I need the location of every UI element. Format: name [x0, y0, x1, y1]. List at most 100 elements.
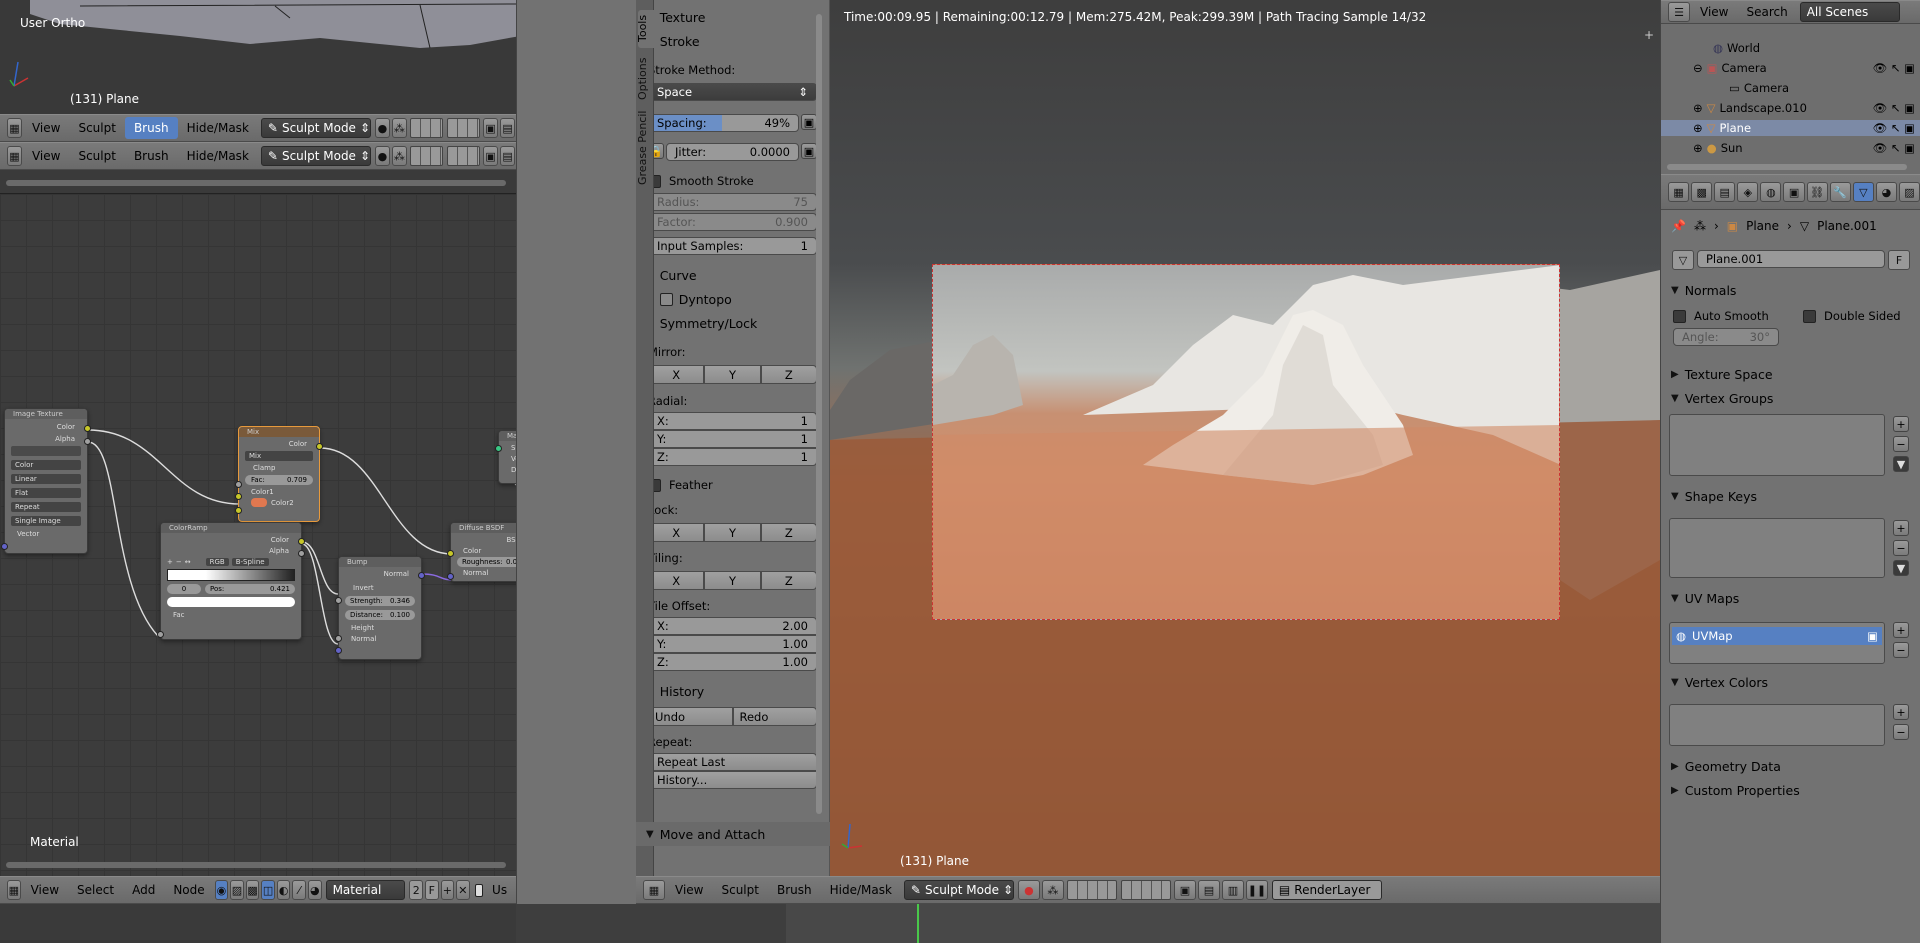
menu-hide-mask[interactable]: Hide/Mask — [178, 117, 258, 139]
socket-strength-in[interactable] — [335, 597, 342, 604]
shape-keys-list[interactable] — [1669, 518, 1885, 578]
node-menu-add[interactable]: Add — [123, 879, 164, 901]
mirror-z-button[interactable]: Z — [760, 365, 817, 384]
node-bump[interactable]: Bump Normal Invert Strength: 0.346 Distan… — [335, 556, 425, 660]
spacing-slider[interactable]: Spacing: 49% — [648, 114, 799, 132]
mesh-fake-user[interactable]: F — [1888, 250, 1910, 270]
world-tab-icon[interactable]: ◍ — [1760, 182, 1782, 202]
pivot-button[interactable]: ⁂ — [391, 118, 407, 138]
interpolation-select[interactable]: B-Spline — [231, 558, 269, 566]
roughness-field[interactable]: Roughness:0.000 — [457, 557, 516, 567]
horizontal-scrollbar[interactable] — [6, 180, 506, 186]
viewport-pause-button[interactable]: ❚❚ — [1245, 880, 1268, 900]
layer-grid-a[interactable] — [409, 118, 443, 138]
geometry-data-header[interactable]: ▶ Geometry Data — [1661, 754, 1920, 778]
socket-color-out[interactable] — [298, 538, 305, 545]
pin-icon[interactable]: 📌 — [1671, 219, 1686, 233]
socket-normal-out[interactable] — [418, 572, 425, 579]
texture-panel-header[interactable]: ▶Texture — [636, 5, 829, 29]
feather-checkbox[interactable]: Feather — [636, 475, 829, 495]
layer-grid-b[interactable] — [446, 118, 481, 138]
radial-x-field[interactable]: X: 1 — [648, 412, 817, 430]
shape-keys-header[interactable]: ▼ Shape Keys — [1661, 484, 1920, 508]
outliner-item-sun[interactable]: ⊕ ● Sun 👁 ↖ ▣ — [1661, 140, 1920, 156]
visibility-icons[interactable]: 👁 ↖ ▣ — [1873, 101, 1915, 115]
mode-select-2[interactable]: ✎ Sculpt Mode ⇕ — [260, 146, 371, 166]
expand-icon[interactable]: ⊖ — [1693, 61, 1703, 75]
unlink-icon[interactable]: ✕ — [456, 880, 470, 900]
layer-grid-d[interactable] — [446, 146, 481, 166]
new-material-icon[interactable]: + — [440, 880, 455, 900]
shading-button-2[interactable]: ● — [374, 146, 390, 166]
shader-type-icon[interactable]: ◉ — [214, 880, 229, 900]
menu-view-2[interactable]: View — [23, 145, 69, 167]
outliner-menu-search[interactable]: Search — [1737, 1, 1796, 23]
socket-height-in[interactable] — [335, 635, 342, 642]
tile-offset-z-field[interactable]: Z: 1.00 — [648, 653, 817, 671]
visibility-icons[interactable]: 👁 ↖ ▣ — [1873, 141, 1915, 155]
viewport-anim-button[interactable]: ▥ — [1221, 880, 1244, 900]
tiling-x-button[interactable]: X — [648, 571, 705, 590]
pressure-spacing-icon[interactable]: ▣ — [801, 114, 817, 130]
socket-color-out[interactable] — [84, 425, 91, 432]
editor-type-button-2[interactable]: ▦ — [7, 146, 22, 166]
node-menu-node[interactable]: Node — [164, 879, 213, 901]
data-tab-icon[interactable]: ▽ — [1852, 182, 1874, 202]
material-browse-icon[interactable]: ◕ — [308, 880, 322, 900]
shape-key-menu-icon[interactable]: ▼ — [1893, 560, 1909, 576]
render-tab-icon[interactable]: ▩ — [1691, 182, 1713, 202]
outliner-item-plane[interactable]: ⊕ ▽ Plane 👁 ↖ ▣ — [1661, 120, 1920, 136]
history-panel-header[interactable]: ▼History — [636, 679, 829, 703]
vertex-colors-list[interactable] — [1669, 704, 1885, 746]
vertex-group-remove-icon[interactable]: − — [1893, 436, 1909, 452]
socket-color2-in[interactable] — [235, 507, 242, 514]
lock-x-button[interactable]: X — [648, 523, 705, 542]
interpolation-select[interactable]: Linear — [11, 474, 81, 484]
outliner-editor-type[interactable]: ☰ — [1668, 2, 1690, 22]
compositor-icon[interactable]: ▨ — [230, 880, 244, 900]
stop-pos-field[interactable]: Pos: 0.421 — [205, 584, 295, 594]
editor-type-button-node[interactable]: ▦ — [7, 880, 21, 900]
mesh-browse-icon[interactable]: ▽ — [1672, 250, 1694, 270]
history-button[interactable]: History... — [648, 771, 817, 789]
node-menu-view[interactable]: View — [22, 879, 68, 901]
lock-z-button[interactable]: Z — [760, 523, 817, 542]
viewport-shading-button[interactable]: ● — [1017, 880, 1040, 900]
constraints-tab-icon[interactable]: ⛓ — [1806, 182, 1828, 202]
socket-normal-in[interactable] — [335, 647, 342, 654]
menu-hide-mask-2[interactable]: Hide/Mask — [178, 145, 258, 167]
line-style-icon[interactable]: ⁄ — [292, 880, 307, 900]
menu-view[interactable]: View — [23, 117, 69, 139]
socket-alpha-out[interactable] — [84, 438, 91, 445]
lock-layer-button-2[interactable]: ▣ — [483, 146, 499, 166]
viewport-corner-icon[interactable]: + — [1644, 28, 1654, 42]
add-stop-icon[interactable]: + — [167, 558, 173, 566]
source-select[interactable]: Single Image — [11, 516, 81, 526]
visibility-icons[interactable]: 👁 ↖ ▣ — [1873, 61, 1915, 75]
material-tab-icon[interactable]: ◕ — [1875, 182, 1897, 202]
input-samples-field[interactable]: Input Samples: 1 — [648, 237, 817, 255]
outliner-item-world[interactable]: ◍ World — [1661, 40, 1920, 56]
viewport-layer-grid-a[interactable] — [1066, 880, 1117, 900]
expand-icon[interactable]: ⊕ — [1693, 141, 1703, 155]
flip-icon[interactable]: ↔ — [185, 558, 191, 566]
expand-icon[interactable]: ⊕ — [1693, 121, 1703, 135]
outliner-item-camera[interactable]: ⊖ ▣ Camera 👁 ↖ ▣ — [1661, 60, 1920, 76]
tile-offset-x-field[interactable]: X: 2.00 — [648, 617, 817, 635]
viewport-menu-brush[interactable]: Brush — [768, 879, 821, 901]
fac-field[interactable]: Fac: 0.709 — [245, 475, 313, 485]
vertex-group-add-icon[interactable]: + — [1893, 416, 1909, 432]
clamp-checkbox[interactable]: Clamp — [239, 464, 319, 472]
object-tab-icon[interactable]: ▣ — [1783, 182, 1805, 202]
object-shader-icon[interactable]: ◫ — [261, 880, 275, 900]
viewport-menu-hide-mask[interactable]: Hide/Mask — [821, 879, 901, 901]
layer-grid-c[interactable] — [409, 146, 443, 166]
modifiers-tab-icon[interactable]: 🔧 — [1829, 182, 1851, 202]
scene-tab-icon[interactable]: ◈ — [1737, 182, 1759, 202]
normals-header[interactable]: ▼ Normals — [1661, 278, 1920, 302]
curve-panel-header[interactable]: ▶Curve — [636, 263, 829, 287]
pivot-button-2[interactable]: ⁂ — [391, 146, 407, 166]
current-frame-indicator[interactable] — [917, 904, 919, 943]
render-button-2[interactable]: ▤ — [500, 146, 516, 166]
color-ramp-gradient[interactable] — [167, 569, 295, 581]
